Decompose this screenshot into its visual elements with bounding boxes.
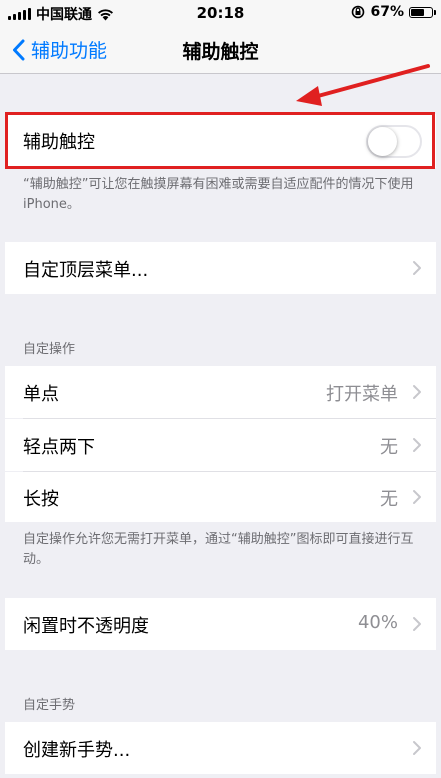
chevron-right-icon bbox=[413, 741, 421, 755]
chevron-right-icon bbox=[413, 261, 421, 275]
chevron-right-icon bbox=[413, 617, 421, 631]
annotation-arrow-icon bbox=[296, 64, 430, 106]
custom-action-row-long-press[interactable]: 长按 无 bbox=[5, 472, 436, 522]
long-press-value: 无 bbox=[380, 489, 398, 510]
custom-gestures-header: 自定手势 bbox=[23, 698, 76, 713]
custom-actions-header: 自定操作 bbox=[23, 342, 76, 357]
chevron-right-icon bbox=[413, 490, 421, 504]
customize-top-menu-cell[interactable]: 自定顶层菜单... bbox=[5, 242, 436, 294]
create-gesture-label: 创建新手势... bbox=[23, 740, 131, 761]
double-tap-value: 无 bbox=[380, 437, 398, 458]
chevron-right-icon bbox=[413, 385, 421, 399]
idle-opacity-cell[interactable]: 闲置时不透明度 40% bbox=[5, 598, 436, 650]
highlight-box bbox=[5, 112, 435, 169]
chevron-right-icon bbox=[413, 438, 421, 452]
create-gesture-cell[interactable]: 创建新手势... bbox=[5, 722, 436, 774]
custom-action-row-single-tap[interactable]: 单点 打开菜单 bbox=[5, 366, 436, 418]
assistive-touch-description: “辅助触控”可让您在触摸屏幕有困难或需要自适应配件的情况下使用 iPhone。 bbox=[23, 177, 414, 212]
customize-top-menu-label: 自定顶层菜单... bbox=[23, 260, 149, 281]
idle-opacity-label: 闲置时不透明度 bbox=[23, 616, 149, 637]
custom-actions-footer: 自定操作允许您无需打开菜单，通过“辅助触控”图标即可直接进行互动。 bbox=[23, 532, 414, 567]
long-press-label: 长按 bbox=[23, 489, 59, 510]
double-tap-label: 轻点两下 bbox=[23, 437, 95, 458]
custom-action-row-double-tap[interactable]: 轻点两下 无 bbox=[5, 419, 436, 471]
idle-opacity-value: 40% bbox=[357, 612, 398, 633]
single-tap-label: 单点 bbox=[23, 384, 59, 405]
single-tap-value: 打开菜单 bbox=[326, 384, 398, 405]
